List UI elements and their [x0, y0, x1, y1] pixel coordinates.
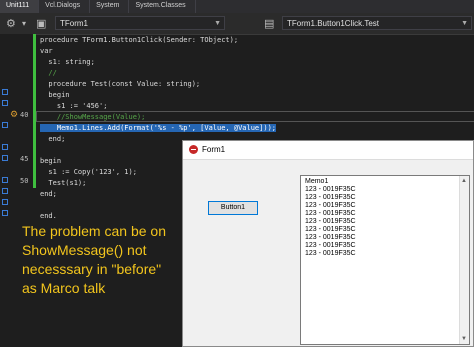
breakpoint-marker-icon[interactable]: [2, 188, 8, 194]
button1[interactable]: Button1: [208, 201, 258, 215]
breakpoint-marker-icon[interactable]: [2, 177, 8, 183]
code-line[interactable]: begin: [40, 90, 69, 100]
code-line[interactable]: Test(s1);: [40, 178, 86, 188]
code-line[interactable]: procedure TForm1.Button1Click(Sender: TO…: [40, 35, 238, 45]
code-line[interactable]: var: [40, 46, 53, 56]
class-selector-value: TForm1: [60, 19, 88, 28]
annotation-text: The problem can be on ShowMessage() not …: [22, 223, 166, 296]
memo-line: 123 - 0019F35C: [305, 202, 356, 209]
method-icon[interactable]: ▤: [264, 17, 274, 30]
memo-line: 123 - 0019F35C: [305, 194, 356, 201]
memo-scrollbar[interactable]: ▲ ▼: [459, 176, 469, 344]
editor-gutter: ⚙ 40 45 50: [0, 34, 36, 347]
form-title: Form1: [202, 145, 226, 154]
app-icon: [189, 145, 198, 154]
code-line[interactable]: end.: [40, 211, 57, 221]
code-comment-line[interactable]: //: [40, 68, 56, 78]
memo-line: 123 - 0019F35C: [305, 210, 356, 217]
memo-line: Memo1: [305, 178, 329, 185]
code-line[interactable]: s1: string;: [40, 57, 94, 67]
breakpoint-marker-icon[interactable]: [2, 155, 8, 161]
breakpoint-marker-icon[interactable]: [2, 100, 8, 106]
selected-code: Memo1.Lines.Add(Format('%s - %p', [Value…: [40, 124, 277, 132]
tab-system[interactable]: System: [90, 0, 130, 13]
class-selector[interactable]: TForm1 ▼: [55, 16, 225, 30]
scroll-up-icon[interactable]: ▲: [461, 178, 467, 184]
dropdown-arrow-icon[interactable]: ▾: [22, 19, 26, 28]
execution-point-icon: ⚙: [10, 110, 19, 120]
chevron-down-icon: ▼: [214, 20, 221, 27]
code-line[interactable]: end;: [40, 134, 65, 144]
editor-toolbar: ⚙ ▾ ▣ TForm1 ▼ ▤ TForm1.Button1Click.Tes…: [0, 13, 474, 35]
code-line-selected[interactable]: Memo1.Lines.Add(Format('%s - %p', [Value…: [40, 123, 277, 133]
code-line[interactable]: s1 := '456';: [40, 101, 108, 111]
structure-icon[interactable]: ⚙: [6, 17, 16, 30]
breakpoint-marker-icon[interactable]: [2, 144, 8, 150]
class-icon[interactable]: ▣: [36, 17, 46, 30]
memo-line: 123 - 0019F35C: [305, 186, 356, 193]
memo-line: 123 - 0019F35C: [305, 250, 356, 257]
scroll-down-icon[interactable]: ▼: [461, 336, 467, 342]
memo1[interactable]: Memo1 123 - 0019F35C 123 - 0019F35C 123 …: [300, 175, 470, 345]
tab-unit111[interactable]: Unit111: [0, 0, 40, 13]
chevron-down-icon: ▼: [461, 20, 468, 27]
form-title-bar[interactable]: Form1: [183, 141, 473, 160]
code-line[interactable]: procedure Test(const Value: string);: [40, 79, 200, 89]
memo-line: 123 - 0019F35C: [305, 218, 356, 225]
line-number: 50: [20, 177, 29, 185]
code-line[interactable]: s1 := Copy('123', 1);: [40, 167, 137, 177]
code-line[interactable]: end;: [40, 189, 57, 199]
line-number: 45: [20, 155, 29, 163]
tab-vcl-dialogs[interactable]: Vcl.Dialogs: [39, 0, 91, 13]
form1-window: Form1 Button1 Memo1 123 - 0019F35C 123 -…: [182, 140, 474, 347]
editor-tab-bar: Unit111 Vcl.Dialogs System System.Classe…: [0, 0, 474, 13]
breakpoint-marker-icon[interactable]: [2, 210, 8, 216]
code-comment-line[interactable]: //ShowMessage(Value);: [40, 112, 146, 122]
memo-line: 123 - 0019F35C: [305, 234, 356, 241]
breakpoint-marker-icon[interactable]: [2, 89, 8, 95]
breakpoint-marker-icon[interactable]: [2, 199, 8, 205]
memo-line: 123 - 0019F35C: [305, 226, 356, 233]
line-number: 40: [20, 111, 29, 119]
method-selector[interactable]: TForm1.Button1Click.Test ▼: [282, 16, 472, 30]
method-selector-value: TForm1.Button1Click.Test: [287, 19, 380, 28]
code-line[interactable]: begin: [40, 156, 61, 166]
breakpoint-marker-icon[interactable]: [2, 122, 8, 128]
memo-line: 123 - 0019F35C: [305, 242, 356, 249]
tab-system-classes[interactable]: System.Classes: [129, 0, 196, 13]
